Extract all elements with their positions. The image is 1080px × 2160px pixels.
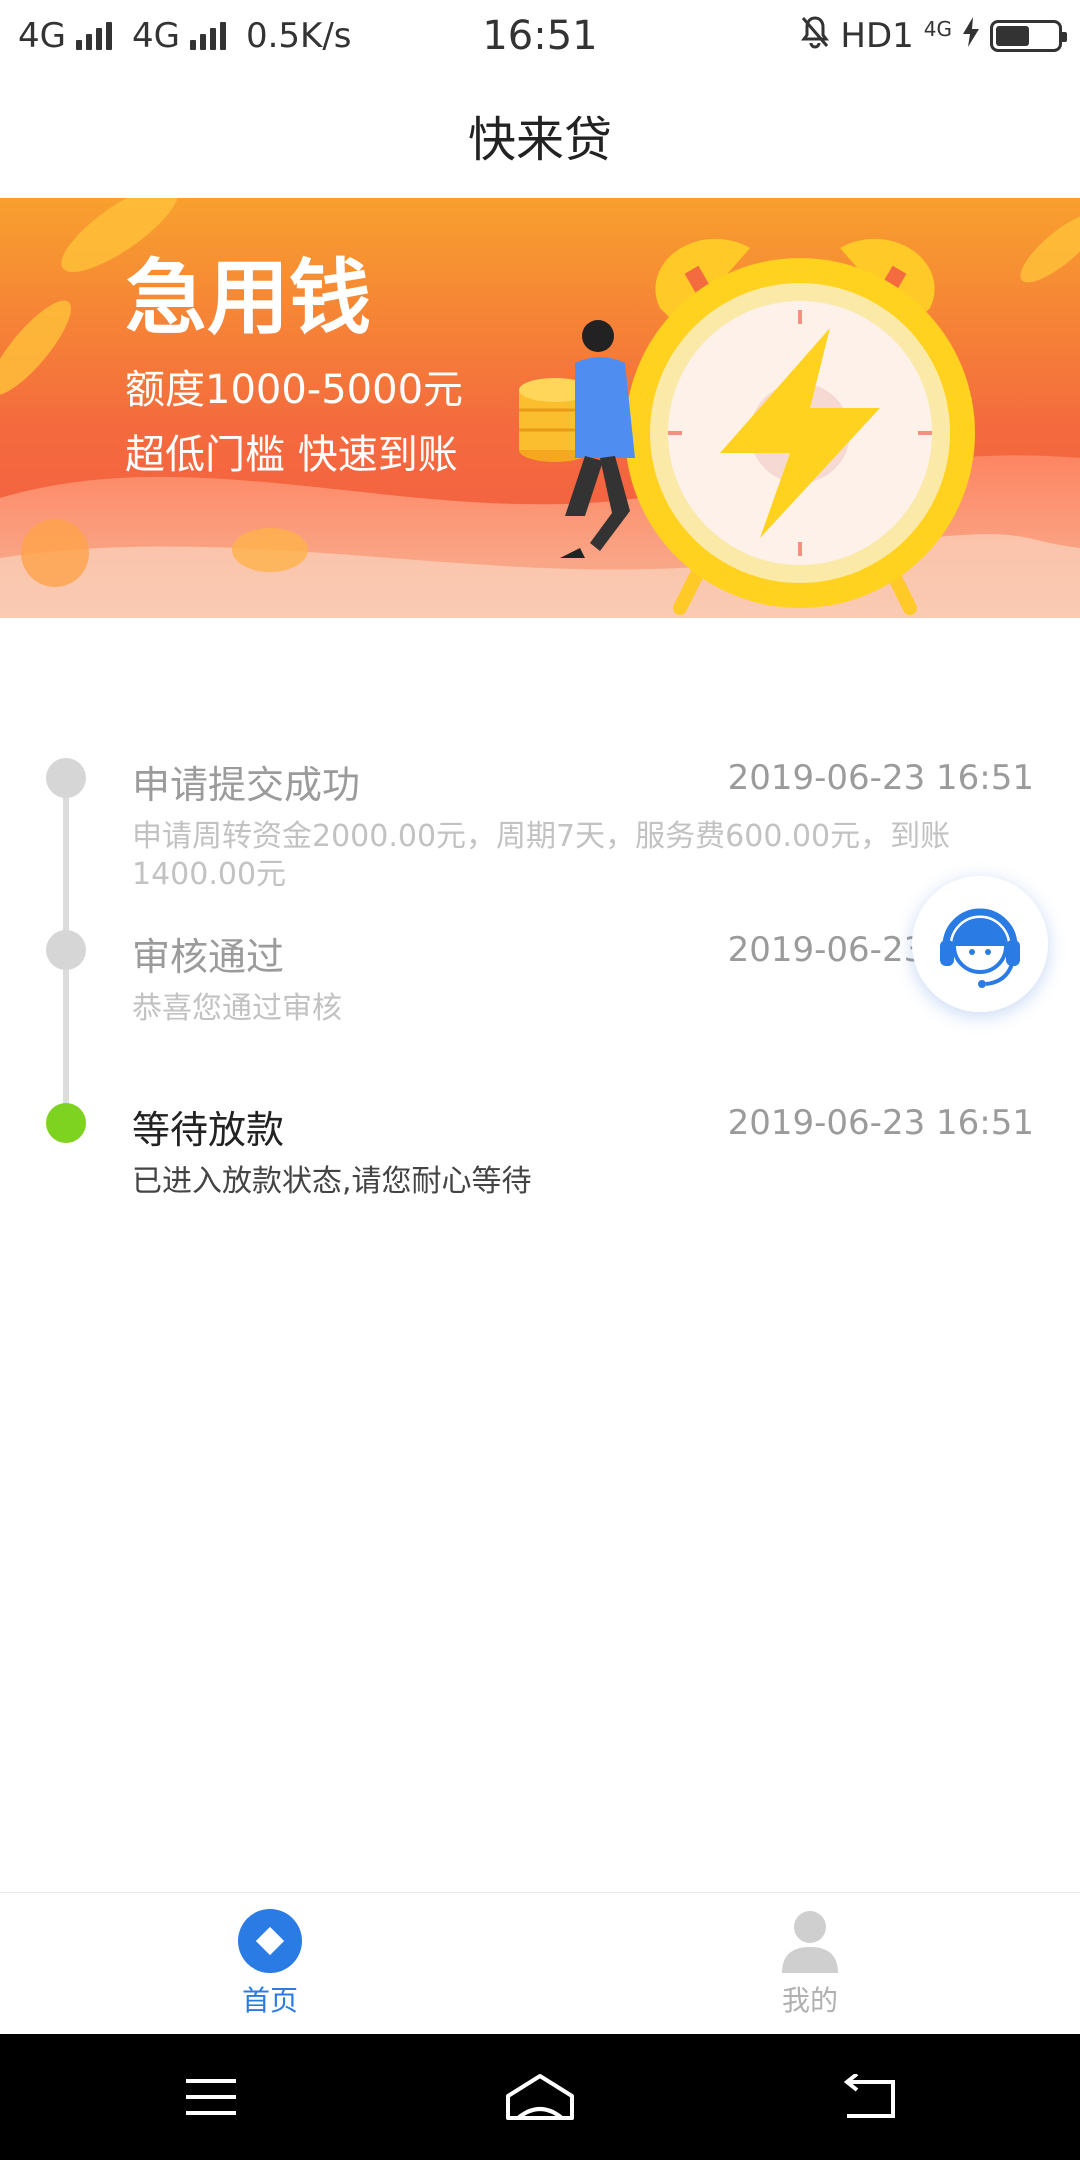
hd-label: HD1 xyxy=(840,16,914,56)
home-nav-button[interactable] xyxy=(495,2062,585,2132)
banner-line-2: 超低门槛 快速到账 xyxy=(125,432,458,478)
step-dot-active xyxy=(46,1103,86,1143)
banner-line-1: 额度1000-5000元 xyxy=(125,367,463,413)
menu-button[interactable] xyxy=(166,2062,256,2132)
bottom-tab-bar: 首页 我的 xyxy=(0,1892,1080,2034)
tab-mine[interactable]: 我的 xyxy=(540,1893,1080,2035)
mute-bell-icon xyxy=(800,15,830,58)
signal-icon-1 xyxy=(75,22,112,50)
step-desc: 申请周转资金2000.00元，周期7天，服务费600.00元，到账1400.00… xyxy=(132,819,951,892)
step-time: 2019-06-23 16:51 xyxy=(727,758,1034,798)
banner-headline: 急用钱 xyxy=(125,251,371,346)
header: 快来贷 xyxy=(0,72,1080,198)
menu-icon xyxy=(186,2079,236,2115)
network-speed: 0.5K/s xyxy=(245,16,352,56)
alarm-clock-icon xyxy=(625,238,975,615)
step-time: 2019-06-23 16:51 xyxy=(727,1103,1034,1143)
tab-mine-label: 我的 xyxy=(781,1984,838,2017)
back-nav-button[interactable] xyxy=(825,2062,915,2132)
banner-illustration: 急用钱 额度1000-5000元 超低门槛 快速到账 xyxy=(0,198,1080,618)
step-title: 等待放款 xyxy=(132,1108,285,1152)
step-dot xyxy=(46,758,86,798)
signal-icon-2 xyxy=(189,22,226,50)
status-left: 4G 4G 0.5K/s xyxy=(18,16,352,56)
status-right: HD1 4G xyxy=(800,15,1067,58)
step-dot xyxy=(46,930,86,970)
page-title: 快来贷 xyxy=(467,112,612,168)
step-desc: 已进入放款状态,请您耐心等待 xyxy=(132,1164,532,1199)
headset-icon xyxy=(940,908,1020,988)
home-tab-icon xyxy=(238,1909,302,1973)
step-title: 申请提交成功 xyxy=(132,763,361,807)
system-nav-bar xyxy=(0,2034,1080,2160)
customer-service-button[interactable] xyxy=(912,876,1048,1012)
network-label-2: 4G xyxy=(131,16,180,56)
tab-home-label: 首页 xyxy=(241,1984,298,2017)
app-screen: 4G 4G 0.5K/s 16:51 HD1 4G 快来贷 急用钱 额度1000… xyxy=(0,0,1080,2160)
user-tab-icon xyxy=(782,1911,838,1973)
step-desc: 恭喜您通过审核 xyxy=(132,991,342,1026)
back-icon xyxy=(843,2074,895,2118)
step-title: 审核通过 xyxy=(132,935,285,979)
home-nav-icon xyxy=(506,2074,574,2120)
status-bar: 4G 4G 0.5K/s 16:51 HD1 4G xyxy=(0,0,1080,72)
charging-icon xyxy=(962,16,980,56)
network-small-label: 4G xyxy=(923,17,952,41)
network-label-1: 4G xyxy=(18,16,66,56)
battery-icon xyxy=(990,20,1067,52)
promo-banner[interactable]: 急用钱 额度1000-5000元 超低门槛 快速到账 xyxy=(0,198,1080,618)
tab-home[interactable]: 首页 xyxy=(0,1893,540,2035)
